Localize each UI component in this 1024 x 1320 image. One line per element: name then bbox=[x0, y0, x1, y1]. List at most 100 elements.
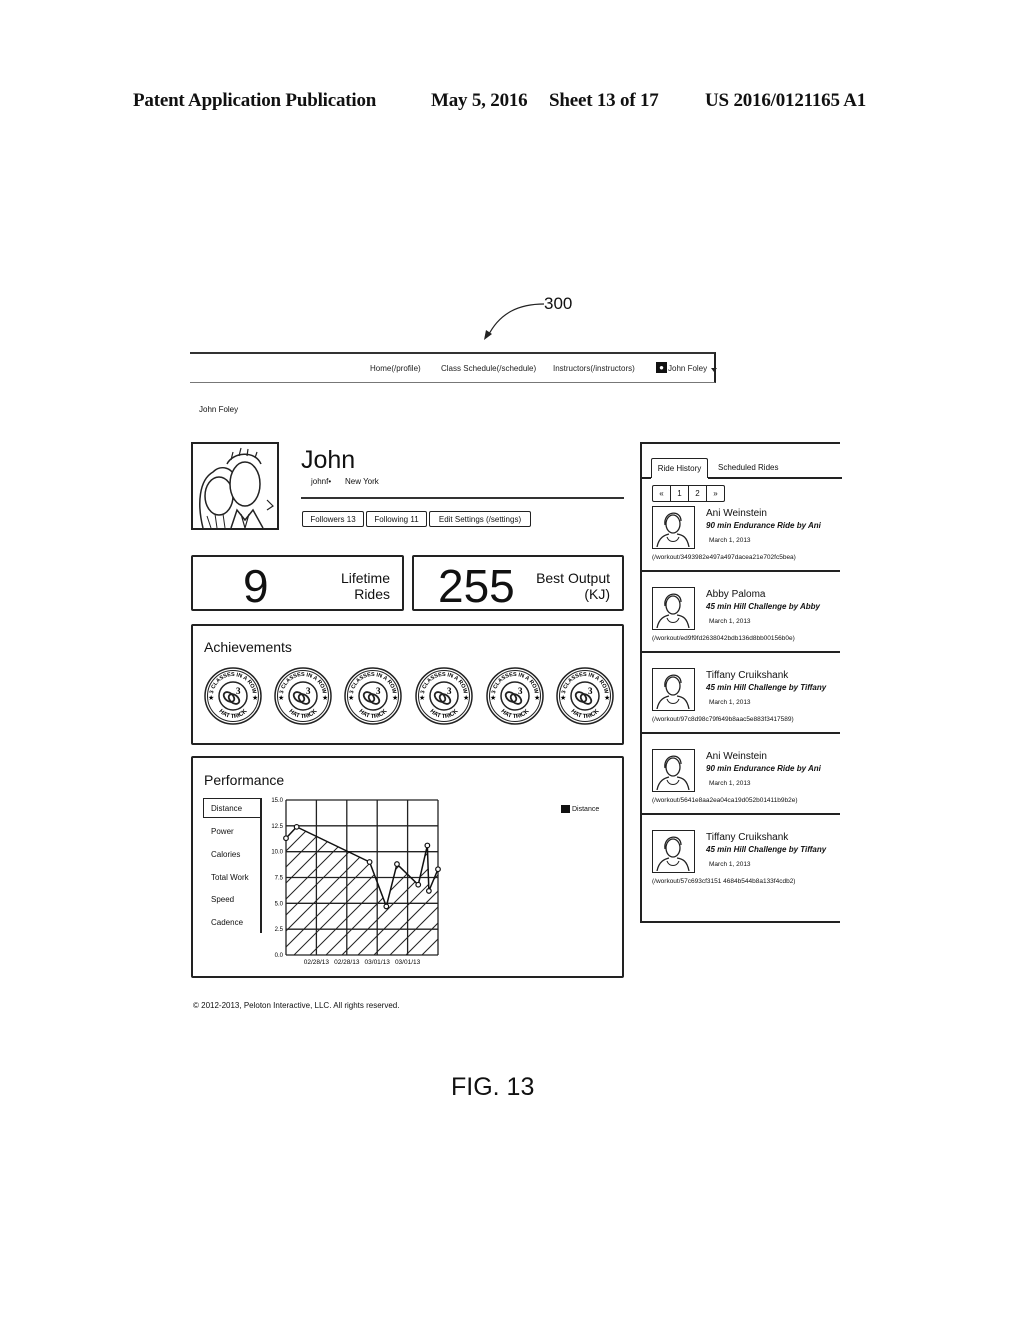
best-output-value: 255 bbox=[438, 560, 515, 612]
svg-text:3: 3 bbox=[306, 686, 311, 696]
ride-separator bbox=[642, 813, 840, 815]
ride-instructor: Ani Weinstein bbox=[706, 508, 767, 519]
ride-workout-link[interactable]: (/workout/57c693cf3151 4684b544b8a133f4c… bbox=[652, 878, 795, 885]
ride-workout-link[interactable]: (/workout/3493982e497a497dacea21e702fc5b… bbox=[652, 554, 796, 561]
ride-separator bbox=[642, 570, 840, 572]
reference-arrow-icon bbox=[484, 303, 545, 340]
instructor-portrait-icon bbox=[656, 512, 690, 548]
ride-list-item[interactable]: Ani Weinstein 90 min Endurance Ride by An… bbox=[642, 506, 840, 587]
nav-home-link[interactable]: Home(/profile) bbox=[370, 364, 421, 373]
ride-date: March 1, 2013 bbox=[709, 699, 751, 706]
patent-publication-label: Patent Application Publication bbox=[133, 90, 377, 111]
hat-trick-badge-icon: 3 CLASSES IN A ROWHAT TRICK3★ ★ bbox=[274, 667, 332, 725]
svg-text:3: 3 bbox=[518, 686, 523, 696]
svg-text:3: 3 bbox=[447, 686, 452, 696]
hat-trick-badge-icon: 3 CLASSES IN A ROWHAT TRICK3★ ★ bbox=[415, 667, 473, 725]
instructor-thumbnail[interactable] bbox=[652, 830, 695, 873]
tab-ride-history[interactable]: Ride History bbox=[651, 458, 708, 478]
pager-prev-button[interactable]: « bbox=[653, 486, 671, 501]
best-output-card: 255 Best Output (KJ) bbox=[412, 555, 624, 612]
ride-title: 45 min Hill Challenge by Tiffany bbox=[706, 845, 827, 854]
ride-instructor: Tiffany Cruikshank bbox=[706, 832, 789, 843]
ride-date: March 1, 2013 bbox=[709, 780, 751, 787]
performance-chart: 0.0 2.5 5.0 7.5 10.0 12.5 15.0 02/28/13 02/28/13… bbox=[193, 798, 622, 966]
svg-text:3: 3 bbox=[588, 686, 593, 696]
patent-number: US 2016/0121165 A1 bbox=[705, 90, 867, 111]
instructor-thumbnail[interactable] bbox=[652, 749, 695, 792]
ride-title: 45 min Hill Challenge by Abby bbox=[706, 602, 820, 611]
achievement-badge[interactable]: 3 CLASSES IN A ROW HAT TRICK 3 ★ ★ bbox=[343, 666, 403, 726]
achievement-badge[interactable]: 3 CLASSES IN A ROW HAT TRICK 3 ★ ★ bbox=[414, 666, 474, 726]
svg-text:★: ★ bbox=[419, 694, 425, 702]
distance-data-point bbox=[383, 903, 390, 910]
ride-workout-link[interactable]: (/workout/5641e8aa2ea04ca19d052b01411b9b… bbox=[652, 797, 798, 804]
profile-divider bbox=[301, 497, 624, 499]
hat-trick-badge-icon: 3 CLASSES IN A ROWHAT TRICK3★ ★ bbox=[344, 667, 402, 725]
achievement-badge[interactable]: 3 CLASSES IN A ROW HAT TRICK 3 ★ ★ bbox=[485, 666, 545, 726]
nav-schedule-link[interactable]: Class Schedule(/schedule) bbox=[441, 364, 536, 373]
pagination: « 1 2 » bbox=[652, 485, 725, 502]
user-avatar-icon[interactable]: ● bbox=[656, 362, 667, 373]
distance-data-point bbox=[366, 859, 373, 865]
area-hatch-line bbox=[421, 826, 438, 955]
patent-date: May 5, 2016 bbox=[431, 90, 528, 111]
distance-data-point bbox=[425, 888, 432, 894]
ride-date: March 1, 2013 bbox=[709, 861, 751, 868]
legend-label: Distance bbox=[572, 805, 600, 813]
instructor-thumbnail[interactable] bbox=[652, 668, 695, 711]
svg-text:★: ★ bbox=[534, 694, 540, 702]
y-tick-label: 7.5 bbox=[275, 876, 284, 882]
ride-workout-link[interactable]: (/workout/ed9f9fd2638042bdb136d8bb00156b… bbox=[652, 635, 795, 642]
ride-list-item[interactable]: Ani Weinstein 90 min Endurance Ride by An… bbox=[642, 749, 840, 830]
legend-swatch-icon bbox=[561, 805, 570, 813]
reference-numeral: 300 bbox=[544, 294, 573, 313]
following-button[interactable]: Following 11 bbox=[366, 511, 427, 527]
ride-list-item[interactable]: Tiffany Cruikshank 45 min Hill Challenge … bbox=[642, 830, 840, 911]
pager-page-1[interactable]: 1 bbox=[671, 486, 689, 501]
achievement-badge[interactable]: 3 CLASSES IN A ROW HAT TRICK 3 ★ ★ bbox=[273, 666, 333, 726]
edit-settings-button[interactable]: Edit Settings (/settings) bbox=[429, 511, 531, 527]
ride-workout-link[interactable]: (/workout/97c8d98c79f649b8aac5e883f34175… bbox=[652, 716, 794, 723]
y-tick-label: 2.5 bbox=[275, 927, 284, 933]
instructor-thumbnail[interactable] bbox=[652, 587, 695, 630]
copyright-footer: © 2012-2013, Peloton Interactive, LLC. A… bbox=[193, 1001, 400, 1010]
ride-list-item[interactable]: Tiffany Cruikshank 45 min Hill Challenge … bbox=[642, 668, 840, 749]
ride-instructor: Ani Weinstein bbox=[706, 751, 767, 762]
tab-scheduled-rides[interactable]: Scheduled Rides bbox=[718, 458, 778, 478]
ride-instructor: Abby Paloma bbox=[706, 589, 766, 600]
hat-trick-badge-icon: 3 CLASSES IN A ROWHAT TRICK3★ ★ bbox=[556, 667, 614, 725]
ride-date: March 1, 2013 bbox=[709, 618, 751, 625]
followers-button[interactable]: Followers 13 bbox=[302, 511, 364, 527]
nav-user-menu[interactable]: John Foley bbox=[668, 364, 707, 373]
pager-next-button[interactable]: » bbox=[707, 486, 724, 501]
area-hatch-line bbox=[437, 826, 438, 955]
lifetime-rides-card: 9 Lifetime Rides bbox=[191, 555, 404, 612]
chevron-down-icon[interactable] bbox=[711, 368, 717, 372]
ride-separator bbox=[642, 732, 840, 734]
svg-text:3: 3 bbox=[376, 686, 381, 696]
svg-text:★: ★ bbox=[278, 694, 284, 702]
ride-panel: Ride History Scheduled Rides « 1 2 » Ani… bbox=[640, 442, 842, 923]
breadcrumb: John Foley bbox=[199, 405, 239, 414]
area-hatch-line bbox=[454, 800, 609, 955]
area-hatch-line bbox=[470, 800, 622, 955]
lifetime-rides-value: 9 bbox=[243, 560, 269, 612]
nav-instructors-link[interactable]: Instructors(/instructors) bbox=[553, 364, 635, 373]
svg-text:3: 3 bbox=[236, 686, 241, 696]
profile-name: John bbox=[301, 446, 356, 474]
hat-trick-badge-icon: 3 CLASSES IN A ROWHAT TRICK3★ ★ bbox=[204, 667, 262, 725]
pager-page-2[interactable]: 2 bbox=[689, 486, 707, 501]
ride-list-item[interactable]: Abby Paloma 45 min Hill Challenge by Abby… bbox=[642, 587, 840, 668]
distance-data-point bbox=[415, 881, 422, 888]
svg-text:★: ★ bbox=[348, 694, 354, 702]
ride-separator bbox=[642, 651, 840, 653]
tab-underline bbox=[642, 477, 651, 479]
patent-sheet: Sheet 13 of 17 bbox=[549, 90, 659, 111]
achievement-badge[interactable]: 3 CLASSES IN A ROW HAT TRICK 3 ★ ★ bbox=[203, 666, 263, 726]
distance-data-point bbox=[394, 861, 400, 867]
achievement-badge[interactable]: 3 CLASSES IN A ROW HAT TRICK 3 ★ ★ bbox=[555, 666, 615, 726]
instructor-thumbnail[interactable] bbox=[652, 506, 695, 549]
svg-text:★: ★ bbox=[252, 694, 258, 702]
distance-data-point bbox=[283, 835, 289, 842]
area-hatch-line bbox=[193, 800, 257, 955]
